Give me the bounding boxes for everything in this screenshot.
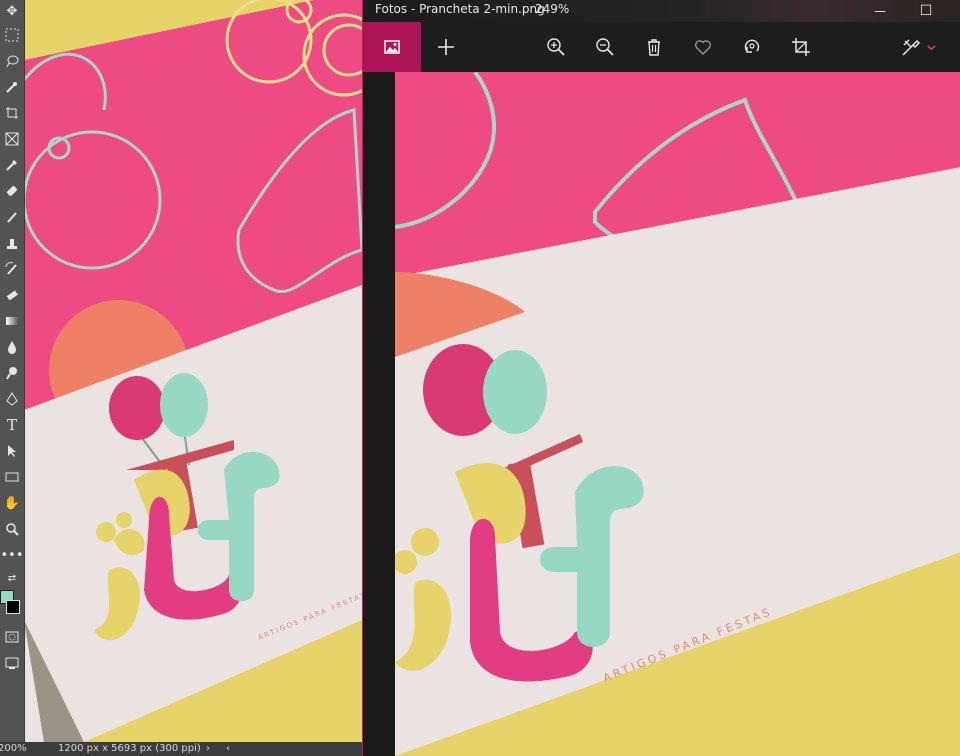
dodge-tool-icon[interactable] (3, 364, 21, 382)
edit-button[interactable] (888, 22, 948, 72)
quick-select-tool-icon[interactable] (3, 78, 21, 96)
photoshop-toolbar: ✥ T ✋ ••• ⇄ (0, 0, 25, 742)
add-icon (438, 39, 454, 55)
delete-icon (648, 39, 660, 56)
marquee-tool-icon[interactable] (3, 26, 21, 44)
more-tools-icon[interactable]: ••• (1, 546, 24, 564)
photoshop-window: ARTIGOS PARA FESTAS ✥ T ✋ ••• ⇄ 200% 120… (0, 0, 362, 756)
image-icon (384, 40, 400, 54)
type-tool-icon[interactable]: T (3, 416, 21, 434)
crop-icon (792, 38, 810, 56)
crop-button[interactable] (778, 22, 824, 72)
zoom-out-button[interactable] (582, 22, 628, 72)
window-title: Fotos - Prancheta 2-min.png (375, 2, 545, 16)
photos-window: Fotos - Prancheta 2-min.png 249% — ☐ ART… (362, 0, 960, 756)
chevron-down-icon (926, 44, 936, 50)
status-arrow-icon[interactable]: › (206, 742, 210, 756)
zoomed-image: ARTIGOS PARA FESTAS (395, 72, 960, 756)
favorite-icon (694, 40, 712, 55)
scroll-left-icon[interactable]: ‹ (226, 742, 230, 756)
delete-button[interactable] (631, 22, 677, 72)
image-button[interactable] (363, 22, 421, 72)
pen-tool-icon[interactable] (3, 390, 21, 408)
eyedropper-tool-icon[interactable] (3, 156, 21, 174)
zoom-in-button[interactable] (533, 22, 579, 72)
add-button[interactable] (423, 22, 469, 72)
gradient-tool-icon[interactable] (3, 312, 21, 330)
photoshop-canvas[interactable]: ARTIGOS PARA FESTAS (24, 0, 362, 742)
rotate-icon (744, 39, 760, 53)
move-tool-icon[interactable]: ✥ (3, 2, 21, 20)
zoom-percentage: 249% (535, 2, 570, 16)
swap-colors-icon[interactable]: ⇄ (3, 570, 21, 588)
healing-tool-icon[interactable] (3, 182, 21, 200)
command-bar (363, 22, 960, 72)
screen-mode-icon[interactable] (3, 654, 21, 672)
quick-mask-icon[interactable] (3, 628, 21, 646)
background-color-swatch[interactable] (6, 600, 20, 614)
frame-tool-icon[interactable] (3, 130, 21, 148)
rotate-button[interactable] (729, 22, 775, 72)
history-brush-icon[interactable] (3, 260, 21, 278)
zoom-in-icon (547, 38, 565, 56)
document-info[interactable]: 1200 px x 5693 px (300 ppi) (58, 742, 201, 756)
edit-icon (901, 39, 920, 56)
lasso-tool-icon[interactable] (3, 52, 21, 70)
eraser-tool-icon[interactable] (3, 286, 21, 304)
brush-tool-icon[interactable] (3, 208, 21, 226)
rectangle-tool-icon[interactable] (3, 468, 21, 486)
path-select-tool-icon[interactable] (3, 442, 21, 460)
title-bar: Fotos - Prancheta 2-min.png 249% — ☐ (363, 0, 960, 22)
zoom-level: 200% (0, 743, 27, 754)
zoom-out-icon (596, 38, 614, 56)
zoom-tool-icon[interactable] (3, 520, 21, 538)
minimize-button[interactable]: — (857, 0, 903, 22)
stamp-tool-icon[interactable] (3, 234, 21, 252)
image-viewer[interactable]: ARTIGOS PARA FESTAS (363, 72, 960, 756)
photoshop-status-bar: 200% 1200 px x 5693 px (300 ppi) › ‹ (0, 742, 362, 756)
crop-tool-icon[interactable] (3, 104, 21, 122)
hand-tool-icon[interactable]: ✋ (3, 494, 21, 512)
maximize-button[interactable]: ☐ (903, 0, 949, 22)
blur-tool-icon[interactable] (3, 338, 21, 356)
favorite-button[interactable] (680, 22, 726, 72)
